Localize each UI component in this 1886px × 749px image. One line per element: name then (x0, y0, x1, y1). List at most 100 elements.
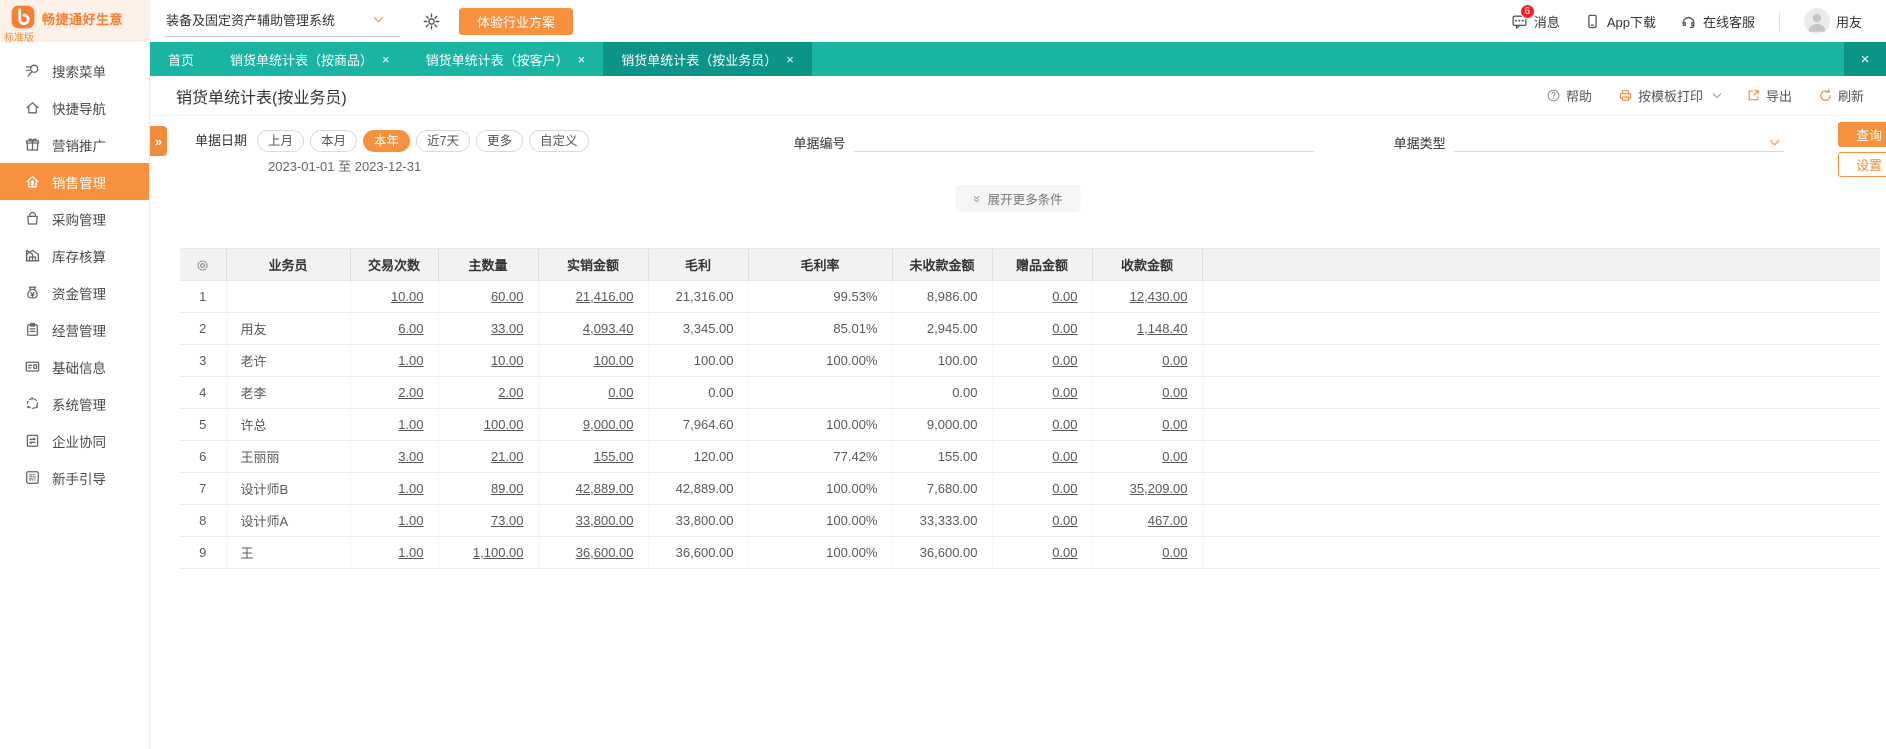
refresh-button[interactable]: 刷新 (1818, 86, 1864, 105)
tab-close-icon[interactable]: × (786, 52, 794, 67)
print-dropdown-chevron-icon[interactable] (1712, 89, 1722, 99)
drilldown-link[interactable]: 0.00 (1052, 481, 1077, 496)
drilldown-link[interactable]: 0.00 (1162, 449, 1187, 464)
app-download-item[interactable]: App下载 (1584, 12, 1656, 31)
sidebar-item-快捷导航[interactable]: 快捷导航 (0, 89, 149, 126)
cell-收款金额: 0.00 (1092, 536, 1203, 569)
drilldown-link[interactable]: 0.00 (1052, 353, 1077, 368)
drilldown-link[interactable]: 1.00 (398, 353, 423, 368)
date-pill-本月[interactable]: 本月 (310, 130, 358, 152)
tab-销货单统计表（按商品）[interactable]: 销货单统计表（按商品） × (212, 42, 408, 76)
drilldown-link[interactable]: 0.00 (1052, 417, 1077, 432)
drilldown-link[interactable]: 0.00 (1162, 385, 1187, 400)
drilldown-link[interactable]: 89.00 (491, 481, 524, 496)
sidebar-item-营销推广[interactable]: 营销推广 (0, 126, 149, 163)
help-button[interactable]: 帮助 (1546, 86, 1592, 105)
drilldown-link[interactable]: 42,889.00 (576, 481, 634, 496)
date-pill-自定义[interactable]: 自定义 (529, 130, 589, 152)
settings-button[interactable]: 设置 (1838, 152, 1886, 177)
date-pill-上月[interactable]: 上月 (257, 130, 305, 152)
sidebar-item-库存核算[interactable]: 库存核算 (0, 237, 149, 274)
drilldown-link[interactable]: 100.00 (594, 353, 634, 368)
filter-collapse-button[interactable]: » (150, 126, 167, 156)
tab-首页[interactable]: 首页 (150, 42, 212, 76)
sidebar-item-资金管理[interactable]: 资金管理 (0, 274, 149, 311)
sidebar-item-企业协同[interactable]: 企业协同 (0, 422, 149, 459)
date-pill-近7天[interactable]: 近7天 (416, 130, 471, 152)
tab-close-icon[interactable]: × (382, 52, 390, 67)
row-filler-cell (1202, 504, 1880, 537)
drilldown-link[interactable]: 10.00 (391, 289, 424, 304)
table-row: 9 王 1.00 1,100.00 36,600.00 36,600.00 100.00% 3… (180, 536, 1880, 569)
export-button[interactable]: 导出 (1746, 86, 1792, 105)
sidebar-item-系统管理[interactable]: 系统管理 (0, 385, 149, 422)
drilldown-link[interactable]: 73.00 (491, 513, 524, 528)
query-button[interactable]: 查询 (1838, 122, 1886, 147)
cell-实销金额: 155.00 (538, 440, 649, 473)
messages-item[interactable]: 消息 6 (1511, 3, 1560, 31)
tab-销货单统计表（按业务员）[interactable]: 销货单统计表（按业务员） × (603, 42, 812, 76)
drilldown-link[interactable]: 12,430.00 (1130, 289, 1188, 304)
drilldown-link[interactable]: 467.00 (1148, 513, 1188, 528)
drilldown-link[interactable]: 36,600.00 (576, 545, 634, 560)
user-label: 用友 (1835, 14, 1862, 30)
drilldown-link[interactable]: 3.00 (398, 449, 423, 464)
drilldown-link[interactable]: 1.00 (398, 417, 423, 432)
drilldown-link[interactable]: 33.00 (491, 321, 524, 336)
column-settings-cell[interactable] (180, 248, 227, 281)
drilldown-link[interactable]: 1.00 (398, 513, 423, 528)
sidebar-item-基础信息[interactable]: 基础信息 (0, 348, 149, 385)
drilldown-link[interactable]: 33,800.00 (576, 513, 634, 528)
settings-gear-icon[interactable] (422, 12, 441, 31)
cell-毛利: 36,600.00 (648, 536, 749, 569)
drilldown-link[interactable]: 0.00 (1162, 353, 1187, 368)
tab-close-icon[interactable]: × (578, 52, 586, 67)
drilldown-link[interactable]: 0.00 (1052, 545, 1077, 560)
drilldown-link[interactable]: 155.00 (594, 449, 634, 464)
expand-more-button[interactable]: » 展开更多条件 (955, 185, 1081, 212)
money-bag-icon (27, 286, 38, 299)
drilldown-link[interactable]: 0.00 (608, 385, 633, 400)
cell-: 7 (180, 472, 227, 505)
drilldown-link[interactable]: 9,000.00 (583, 417, 634, 432)
drilldown-link[interactable]: 35,209.00 (1130, 481, 1188, 496)
sidebar-item-销售管理[interactable]: 销售管理 (0, 163, 149, 200)
drilldown-link[interactable]: 100.00 (484, 417, 524, 432)
drilldown-link[interactable]: 4,093.40 (583, 321, 634, 336)
drilldown-link[interactable]: 6.00 (398, 321, 423, 336)
search-icon (25, 64, 39, 77)
drilldown-link[interactable]: 21,416.00 (576, 289, 634, 304)
drilldown-link[interactable]: 0.00 (1052, 513, 1077, 528)
drilldown-link[interactable]: 1,100.00 (473, 545, 524, 560)
sidebar-item-新手引导[interactable]: 新 新手引导 (0, 459, 149, 496)
doc-type-select[interactable] (1453, 130, 1784, 152)
drilldown-link[interactable]: 0.00 (1052, 289, 1077, 304)
print-by-template-button[interactable]: 按模板打印 (1618, 86, 1722, 105)
drilldown-link[interactable]: 0.00 (1162, 417, 1187, 432)
drilldown-link[interactable]: 1,148.40 (1137, 321, 1188, 336)
sidebar-item-搜索菜单[interactable]: 搜索菜单 (0, 52, 149, 89)
doc-no-input[interactable] (853, 131, 1314, 146)
online-service-item[interactable]: 在线客服 (1680, 12, 1755, 31)
sidebar-item-经营管理[interactable]: 经营管理 (0, 311, 149, 348)
drilldown-link[interactable]: 2.00 (498, 385, 523, 400)
sidebar-item-采购管理[interactable]: 采购管理 (0, 200, 149, 237)
tab-销货单统计表（按客户）[interactable]: 销货单统计表（按客户） × (408, 42, 604, 76)
drilldown-link[interactable]: 1.00 (398, 481, 423, 496)
user-item[interactable]: 用友 (1803, 8, 1862, 34)
drilldown-link[interactable]: 0.00 (1052, 321, 1077, 336)
drilldown-link[interactable]: 1.00 (398, 545, 423, 560)
drilldown-link[interactable]: 2.00 (398, 385, 423, 400)
cell-实销金额: 36,600.00 (538, 536, 649, 569)
date-pill-本年[interactable]: 本年 (363, 130, 411, 152)
system-select[interactable]: 装备及固定资产辅助管理系统 (164, 6, 400, 37)
drilldown-link[interactable]: 60.00 (491, 289, 524, 304)
drilldown-link[interactable]: 0.00 (1052, 449, 1077, 464)
close-all-tabs-button[interactable]: × (1844, 42, 1886, 76)
industry-solution-button[interactable]: 体验行业方案 (459, 7, 574, 35)
drilldown-link[interactable]: 21.00 (491, 449, 524, 464)
drilldown-link[interactable]: 10.00 (491, 353, 524, 368)
drilldown-link[interactable]: 0.00 (1162, 545, 1187, 560)
drilldown-link[interactable]: 0.00 (1052, 385, 1077, 400)
date-pill-更多[interactable]: 更多 (476, 130, 524, 152)
